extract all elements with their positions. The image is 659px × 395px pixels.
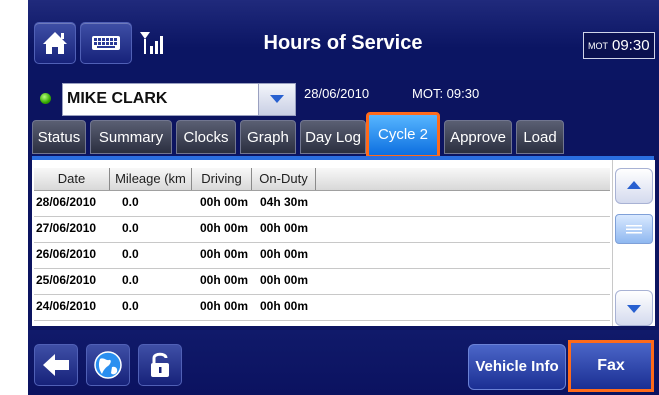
cell-on-duty: 04h 30m: [260, 195, 309, 209]
keyboard-icon: [92, 36, 120, 50]
chevron-down-icon: [627, 305, 641, 313]
table-row[interactable]: 25/06/2010 0.0 00h 00m 00h 00m: [34, 269, 610, 295]
cell-mileage: 0.0: [122, 221, 139, 235]
tab-graph[interactable]: Graph: [240, 120, 296, 154]
globe-button[interactable]: [86, 344, 130, 386]
column-on-duty[interactable]: On-Duty: [252, 168, 316, 190]
back-arrow-icon: [43, 354, 69, 376]
cell-date: 26/06/2010: [36, 247, 97, 261]
bottom-bar: Vehicle Info Fax: [28, 330, 659, 395]
driver-name: MIKE CLARK: [67, 90, 168, 107]
table-row[interactable]: 26/06/2010 0.0 00h 00m 00h 00m: [34, 243, 610, 269]
tab-load[interactable]: Load: [516, 120, 564, 154]
device-screen: Hours of Service MOT 09:30 MIKE CLARK 28/…: [28, 0, 659, 395]
cell-mileage: 0.0: [122, 273, 139, 287]
vehicle-info-button[interactable]: Vehicle Info: [468, 344, 566, 390]
cell-driving: 00h 00m: [200, 221, 249, 235]
scroll-thumb[interactable]: [615, 214, 653, 244]
table-row[interactable]: 24/06/2010 0.0 00h 00m 00h 00m: [34, 295, 610, 321]
driver-select[interactable]: MIKE CLARK: [62, 83, 296, 116]
top-bar: Hours of Service MOT 09:30: [28, 0, 659, 80]
clock-display: MOT 09:30: [583, 32, 655, 59]
chevron-down-icon: [270, 95, 284, 103]
driver-status-indicator: [40, 93, 51, 104]
cell-driving: 00h 00m: [200, 273, 249, 287]
scroll-down-button[interactable]: [615, 290, 653, 326]
cell-mileage: 0.0: [122, 195, 139, 209]
cell-date: 28/06/2010: [36, 195, 97, 209]
cell-on-duty: 00h 00m: [260, 299, 309, 313]
table-header: Date Mileage (km Driving On-Duty: [34, 168, 610, 191]
column-date[interactable]: Date: [34, 168, 110, 190]
current-date: 28/06/2010: [304, 86, 370, 101]
cell-mileage: 0.0: [122, 299, 139, 313]
cell-driving: 00h 00m: [200, 247, 249, 261]
table-row[interactable]: 28/06/2010 0.0 00h 00m 04h 30m: [34, 191, 610, 217]
clock-time: 09:30: [612, 37, 650, 54]
cell-mileage: 0.0: [122, 247, 139, 261]
home-button[interactable]: [34, 22, 76, 64]
cell-on-duty: 00h 00m: [260, 221, 309, 235]
tab-summary[interactable]: Summary: [90, 120, 172, 154]
fax-button[interactable]: Fax: [568, 340, 654, 392]
tab-approve[interactable]: Approve: [444, 120, 512, 154]
tab-cycle-2[interactable]: Cycle 2: [366, 112, 440, 158]
home-icon: [43, 32, 67, 54]
cycle-table: Date Mileage (km Driving On-Duty 28/06/2…: [32, 160, 612, 326]
table-scrollbar[interactable]: [612, 160, 655, 326]
cell-on-duty: 00h 00m: [260, 247, 309, 261]
cell-driving: 00h 00m: [200, 195, 249, 209]
mot-label: MOT: [588, 40, 608, 51]
grip-icon: [626, 225, 642, 234]
driver-dropdown-button[interactable]: [258, 84, 295, 115]
mot-time: MOT: 09:30: [412, 86, 480, 101]
scroll-up-button[interactable]: [615, 168, 653, 204]
cell-driving: 00h 00m: [200, 299, 249, 313]
cell-on-duty: 00h 00m: [260, 273, 309, 287]
globe-icon: [94, 351, 122, 379]
signal-icon: [140, 32, 163, 54]
page-title: Hours of Service: [263, 32, 423, 54]
keyboard-button[interactable]: [80, 22, 132, 64]
cell-date: 27/06/2010: [36, 221, 97, 235]
tab-day-log[interactable]: Day Log: [300, 120, 366, 154]
column-driving[interactable]: Driving: [192, 168, 252, 190]
chevron-up-icon: [627, 181, 641, 189]
tab-status[interactable]: Status: [32, 120, 86, 154]
cell-date: 25/06/2010: [36, 273, 97, 287]
unlock-icon: [151, 352, 169, 377]
back-button[interactable]: [34, 344, 78, 386]
lock-button[interactable]: [138, 344, 182, 386]
cell-date: 24/06/2010: [36, 299, 97, 313]
tab-clocks[interactable]: Clocks: [176, 120, 236, 154]
table-row[interactable]: 27/06/2010 0.0 00h 00m 00h 00m: [34, 217, 610, 243]
column-mileage[interactable]: Mileage (km: [110, 168, 192, 190]
